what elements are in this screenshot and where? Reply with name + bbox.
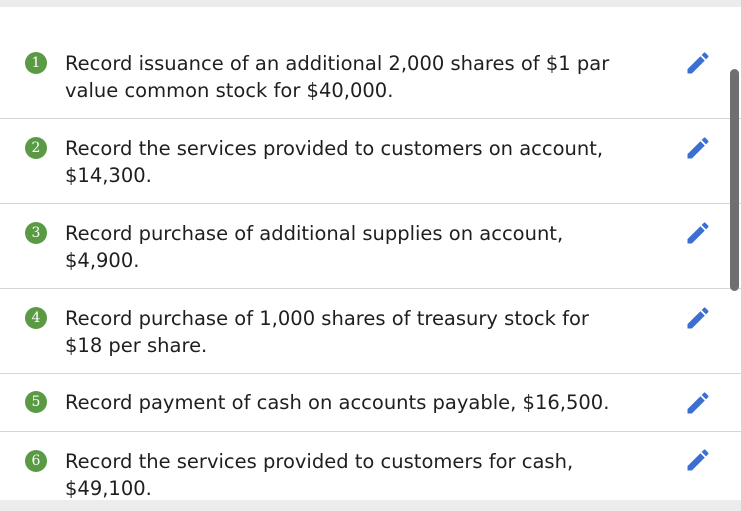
pencil-icon	[687, 52, 709, 74]
list-item: 5 Record payment of cash on accounts pay…	[0, 374, 741, 432]
step-number-badge: 3	[25, 222, 47, 244]
edit-button[interactable]	[684, 304, 712, 332]
pencil-icon	[687, 222, 709, 244]
step-number-badge: 2	[25, 137, 47, 159]
edit-button[interactable]	[684, 134, 712, 162]
pencil-icon	[687, 137, 709, 159]
task-description: Record issuance of an additional 2,000 s…	[65, 52, 610, 102]
step-number-badge: 1	[25, 52, 47, 74]
pencil-icon	[687, 307, 709, 329]
pencil-icon	[687, 392, 709, 414]
scrollbar-thumb[interactable]	[730, 69, 739, 291]
step-number-badge: 6	[25, 450, 47, 472]
edit-button[interactable]	[684, 49, 712, 77]
task-description: Record payment of cash on accounts payab…	[65, 391, 610, 414]
task-description: Record the services provided to customer…	[65, 450, 574, 500]
step-number-badge: 4	[25, 307, 47, 329]
list-item: 4 Record purchase of 1,000 shares of tre…	[0, 289, 741, 374]
transaction-list: 1 Record issuance of an additional 2,000…	[0, 7, 741, 500]
list-item: 3 Record purchase of additional supplies…	[0, 204, 741, 289]
list-item: 2 Record the services provided to custom…	[0, 119, 741, 204]
edit-button[interactable]	[684, 389, 712, 417]
list-item: 1 Record issuance of an additional 2,000…	[0, 7, 741, 119]
step-number-badge: 5	[25, 391, 47, 413]
pencil-icon	[687, 449, 709, 471]
task-description: Record the services provided to customer…	[65, 137, 604, 187]
edit-button[interactable]	[684, 446, 712, 474]
task-description: Record purchase of additional supplies o…	[65, 222, 564, 272]
task-description: Record purchase of 1,000 shares of treas…	[65, 307, 589, 357]
edit-button[interactable]	[684, 219, 712, 247]
list-item: 6 Record the services provided to custom…	[0, 432, 741, 500]
